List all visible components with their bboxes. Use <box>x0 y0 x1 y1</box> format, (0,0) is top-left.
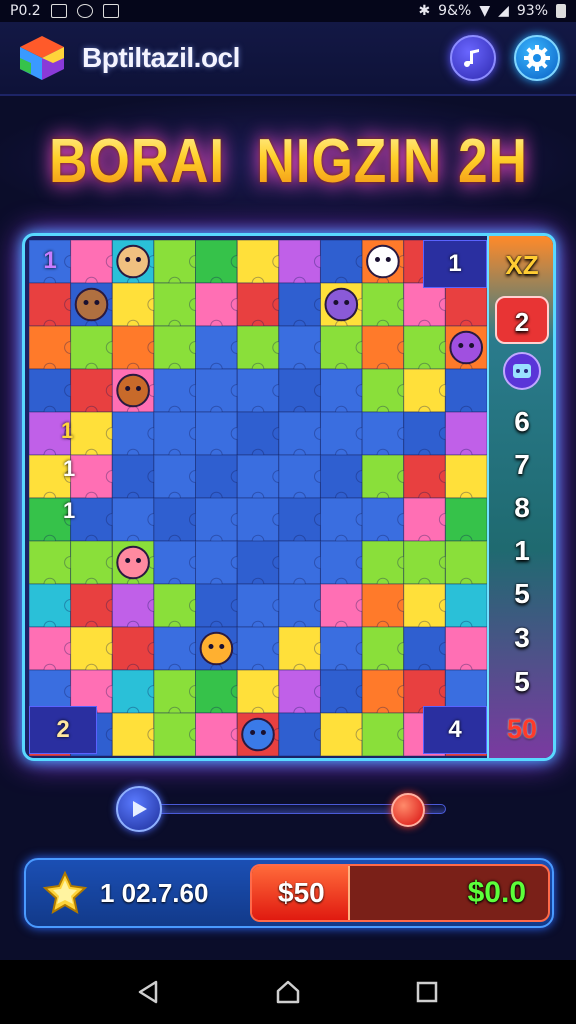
money-left-value: $50 <box>278 877 325 908</box>
puzzle-piece[interactable] <box>444 583 487 628</box>
side-number-7: 5 <box>514 666 530 697</box>
corner-box-bottom-right: 4 <box>423 706 487 754</box>
app-name: Bptiltazil.ocl <box>82 42 240 73</box>
puzzle-piece[interactable] <box>444 454 487 499</box>
puzzle-piece[interactable] <box>444 497 487 542</box>
score-area: 1 02.7.60 <box>26 860 252 926</box>
puzzle-piece[interactable] <box>444 411 487 456</box>
status-left: P0.2 <box>10 3 119 19</box>
gear-icon <box>524 45 550 71</box>
game-title: BORAI NIGZIN 2H <box>48 126 528 196</box>
puzzle-piece[interactable] <box>444 540 487 585</box>
system-nav-bar <box>0 960 576 1024</box>
back-triangle-icon <box>139 980 158 1004</box>
wifi-icon: ▼ <box>479 3 491 19</box>
play-icon <box>133 801 147 817</box>
robot-icon[interactable] <box>503 352 541 390</box>
recents-square-icon <box>416 981 437 1003</box>
play-button[interactable] <box>116 786 162 832</box>
corner-label-top-right: 1 <box>448 250 462 277</box>
character-token-icon[interactable] <box>116 545 150 580</box>
home-icon <box>276 980 300 1004</box>
corner-box-top-right: 1 <box>423 240 487 288</box>
signal-percent-text: 93% <box>516 3 548 19</box>
recents-button[interactable] <box>407 972 447 1012</box>
app-bar: Bptiltazil.ocl <box>0 22 576 96</box>
character-token-icon[interactable] <box>366 244 400 279</box>
image-icon <box>50 4 67 18</box>
status-bar: P0.2 ✱ 9&% ▼ ◢ 93% <box>0 0 576 22</box>
side-column: XZ 2 6 7 8 1 5 3 5 50 <box>487 236 553 758</box>
bottom-panel: 1 02.7.60 $50 $0.0 <box>24 858 554 928</box>
cube-logo-icon[interactable] <box>16 32 68 84</box>
side-number-2: 7 <box>514 449 530 480</box>
side-number-3: 8 <box>514 492 530 523</box>
camera-icon <box>76 4 93 18</box>
bluetooth-icon: ✱ <box>418 3 431 19</box>
app-actions <box>450 35 560 81</box>
title-area: BORAI NIGZIN 2H <box>0 96 576 226</box>
side-number-6: 3 <box>514 622 530 653</box>
left-label-2: 1 <box>63 456 76 481</box>
money-bar[interactable]: $50 $0.0 <box>250 864 550 922</box>
puzzle-piece[interactable] <box>444 368 487 413</box>
signal-icon: ◢ <box>498 3 509 19</box>
status-left-text: P0.2 <box>10 3 41 19</box>
status-right: ✱ 9&% ▼ ◢ 93% <box>418 3 566 19</box>
character-token-icon[interactable] <box>116 373 150 408</box>
side-final-number: 50 <box>506 714 538 744</box>
side-active-number[interactable]: 2 <box>495 296 549 344</box>
side-number-5: 5 <box>514 578 530 609</box>
corner-box-top-left: 1 <box>29 240 71 282</box>
battery-icon <box>556 4 566 18</box>
star-gem-icon <box>42 870 88 915</box>
left-label-3: 1 <box>63 498 76 523</box>
puzzle-board[interactable] <box>29 240 487 756</box>
left-label-1: 1 <box>61 418 74 443</box>
slider-knob[interactable] <box>390 793 425 827</box>
puzzle-piece[interactable] <box>444 282 487 327</box>
character-token-icon[interactable] <box>116 244 150 279</box>
puzzle-board-frame: 1 1 2 4 1 1 1 XZ 2 6 7 8 1 5 3 5 50 <box>22 233 556 761</box>
progress-slider[interactable] <box>116 786 452 832</box>
corner-box-bottom-left: 2 <box>29 706 97 754</box>
corner-label-bottom-left: 2 <box>56 716 70 743</box>
money-right-value: $0.0 <box>467 876 526 909</box>
character-token-icon[interactable] <box>74 287 109 322</box>
corner-label-bottom-right: 4 <box>448 716 462 743</box>
back-button[interactable] <box>129 972 169 1012</box>
battery-percent-text: 9&% <box>438 3 472 19</box>
trophy-icon: XZ <box>505 250 539 280</box>
side-number-1: 6 <box>514 406 530 437</box>
settings-button[interactable] <box>514 35 560 81</box>
puzzle-grid[interactable] <box>29 240 487 756</box>
character-token-icon[interactable] <box>199 631 234 666</box>
corner-label-top-left: 1 <box>43 247 57 274</box>
score-value: 1 02.7.60 <box>100 877 209 908</box>
character-token-icon[interactable] <box>449 330 484 365</box>
home-button[interactable] <box>268 972 308 1012</box>
puzzle-piece[interactable] <box>444 626 487 671</box>
music-button[interactable] <box>450 35 496 81</box>
side-number-4: 1 <box>514 535 530 566</box>
music-note-icon <box>464 49 479 67</box>
character-token-icon[interactable] <box>241 717 275 752</box>
media-icon <box>102 4 119 18</box>
character-token-icon[interactable] <box>324 287 359 322</box>
